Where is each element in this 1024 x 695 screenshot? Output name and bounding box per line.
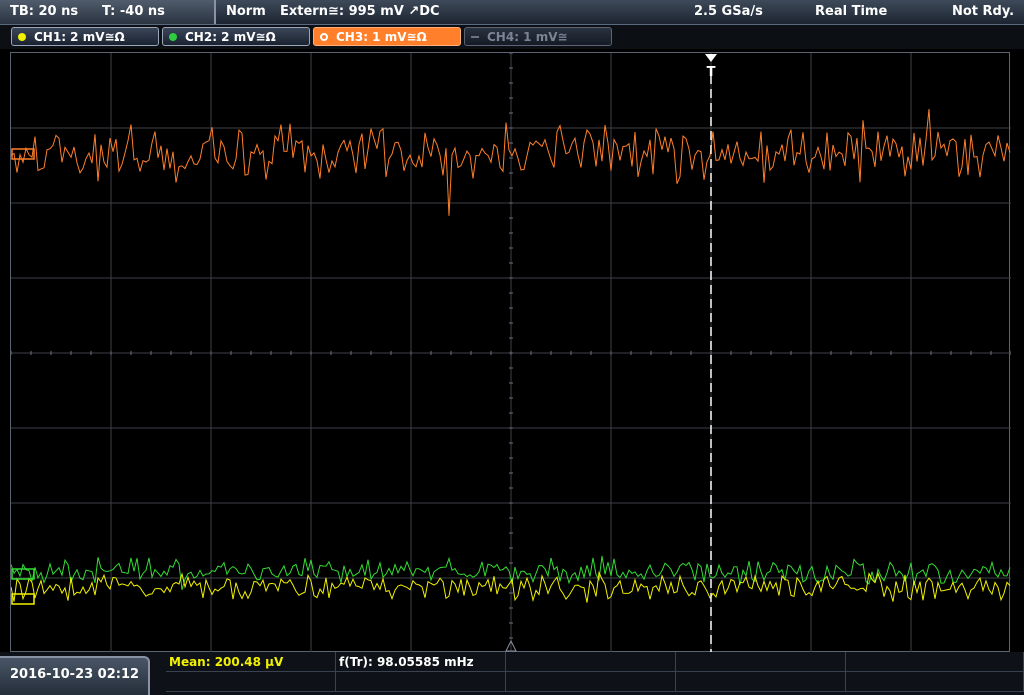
- ch3-button[interactable]: CH3: 1 mV≅Ω: [313, 27, 461, 46]
- trigger-offset-value: T: -40 ns: [102, 4, 165, 19]
- date-time: 2016-10-23 02:12: [0, 656, 150, 695]
- ch1-label: CH1: 2 mV≅Ω: [34, 30, 125, 44]
- measurement-slot-3[interactable]: [506, 652, 676, 672]
- trigger-marker-label: T: [707, 65, 716, 77]
- waveform-canvas: [11, 53, 1011, 653]
- measurement-slot-5[interactable]: [846, 652, 1024, 672]
- ch2-button[interactable]: CH2: 2 mV≅Ω: [162, 27, 310, 46]
- frequency-measurement[interactable]: f(Tr): 98.05585 mHz: [336, 652, 506, 672]
- measurement-slot-10[interactable]: [846, 672, 1024, 692]
- measurement-slot-4[interactable]: [676, 652, 846, 672]
- ch1-indicator-icon: [18, 33, 26, 41]
- graticule-grid: [11, 53, 1011, 653]
- ch3-indicator-icon: [320, 33, 328, 41]
- timebase-box[interactable]: TB: 20 ns T: -40 ns: [0, 0, 216, 24]
- ch3-ground-marker: [11, 148, 35, 160]
- ch4-button[interactable]: CH4: 1 mV≅: [464, 27, 612, 46]
- channel-markers: [11, 148, 517, 652]
- measurement-panel: Mean: 200.48 µV f(Tr): 98.05585 mHz: [166, 652, 1024, 695]
- status-bar: TB: 20 ns T: -40 ns Norm Extern≅: 995 mV…: [0, 0, 1024, 25]
- ch4-indicator-icon: [471, 36, 479, 38]
- measurement-slot-9[interactable]: [676, 672, 846, 692]
- bottom-bar: 2016-10-23 02:12 Mean: 200.48 µV f(Tr): …: [0, 652, 1024, 695]
- ch4-label: CH4: 1 mV≅: [487, 30, 568, 44]
- sample-rate[interactable]: 2.5 GSa/s: [694, 0, 763, 24]
- ch3-label: CH3: 1 mV≅Ω: [336, 30, 427, 44]
- mean-measurement[interactable]: Mean: 200.48 µV: [166, 652, 336, 672]
- measurement-slot-6[interactable]: [166, 672, 336, 692]
- acquisition-mode[interactable]: Real Time: [815, 0, 887, 24]
- trigger-marker[interactable]: T: [703, 53, 719, 77]
- trigger-t-icon: T: [705, 54, 717, 77]
- channel-bar: CH1: 2 mV≅Ω CH2: 2 mV≅Ω CH3: 1 mV≅Ω CH4:…: [0, 25, 1024, 49]
- trigger-mode[interactable]: Norm: [226, 0, 266, 24]
- ch2-indicator-icon: [169, 33, 177, 41]
- acquisition-status: Not Rdy.: [952, 4, 1015, 19]
- ch2-label: CH2: 2 mV≅Ω: [185, 30, 276, 44]
- measurement-slot-8[interactable]: [506, 672, 676, 692]
- timebase-value: TB: 20 ns: [10, 4, 79, 19]
- ch1-button[interactable]: CH1: 2 mV≅Ω: [11, 27, 159, 46]
- trigger-source[interactable]: Extern≅: 995 mV ↗DC: [280, 0, 440, 24]
- measurement-slot-7[interactable]: [336, 672, 506, 692]
- waveform-display[interactable]: T: [10, 52, 1011, 653]
